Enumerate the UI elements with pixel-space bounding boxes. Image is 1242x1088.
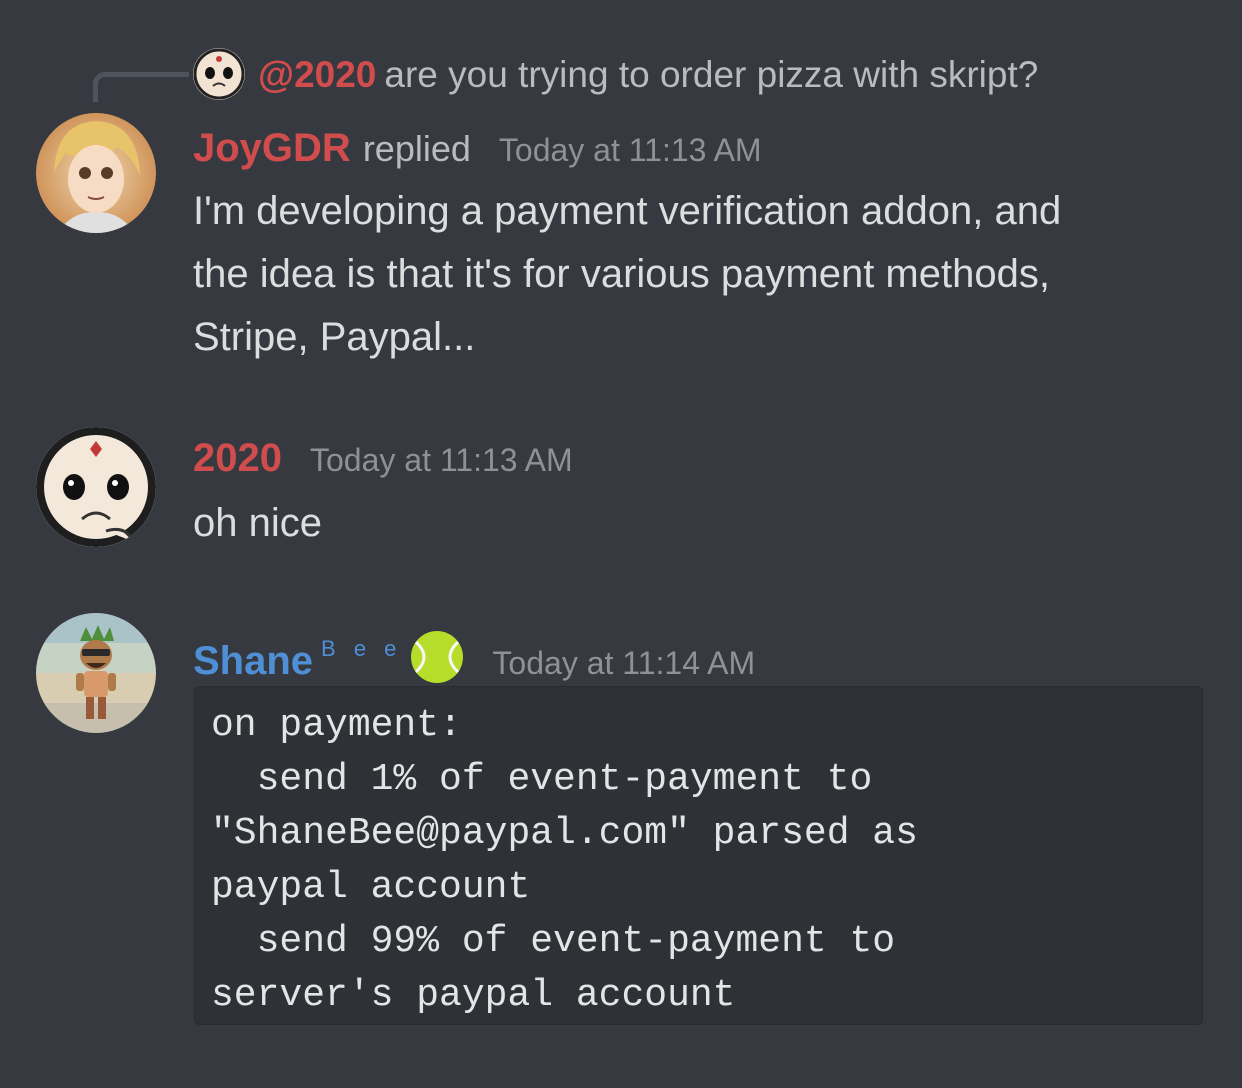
replied-label: replied <box>362 128 471 169</box>
username[interactable]: Shane <box>193 639 313 684</box>
reply-connector-line <box>93 72 189 102</box>
avatar-2020[interactable] <box>36 427 156 547</box>
message-header-shanebee: Shane B e e Today at 11:14 AM <box>193 620 755 684</box>
code-block[interactable]: on payment: send 1% of event-payment to … <box>194 686 1203 1025</box>
code-line: send 99% of event-payment to <box>211 920 896 963</box>
code-line: "ShaneBee@paypal.com" parsed as <box>211 812 918 855</box>
timestamp[interactable]: Today at 11:14 AM <box>492 645 755 682</box>
username-suffix: B e e <box>321 636 403 661</box>
avatar-shanebee[interactable] <box>36 613 156 733</box>
username[interactable]: 2020 <box>193 436 282 481</box>
code-line: paypal account <box>211 866 531 909</box>
code-line: send 1% of event-payment to <box>211 758 873 801</box>
timestamp[interactable]: Today at 11:13 AM <box>499 132 762 169</box>
message-header-2020: 2020 Today at 11:13 AM <box>193 436 573 481</box>
reply-preview[interactable]: @2020 are you trying to order pizza with … <box>258 52 1038 98</box>
reply-mention[interactable]: @2020 <box>258 54 376 95</box>
message-content-joygdr: I'm developing a payment verification ad… <box>193 180 1061 369</box>
reply-preview-text: are you trying to order pizza with skrip… <box>384 54 1039 95</box>
message-line: oh nice <box>193 501 322 545</box>
code-line: server's paypal account <box>211 974 736 1017</box>
avatar-joygdr[interactable] <box>36 113 156 233</box>
timestamp[interactable]: Today at 11:13 AM <box>310 442 573 479</box>
message-line: the idea is that it's for various paymen… <box>193 252 1050 296</box>
tennis-ball-icon <box>410 630 464 684</box>
message-line: I'm developing a payment verification ad… <box>193 189 1062 233</box>
username[interactable]: JoyGDR <box>193 126 351 171</box>
message-header-joygdr: JoyGDR replied Today at 11:13 AM <box>193 126 762 171</box>
message-content-2020: oh nice <box>193 492 322 555</box>
message-line: Stripe, Paypal... <box>193 315 476 359</box>
reply-avatar[interactable] <box>193 48 245 100</box>
code-line: on payment: <box>211 704 462 747</box>
